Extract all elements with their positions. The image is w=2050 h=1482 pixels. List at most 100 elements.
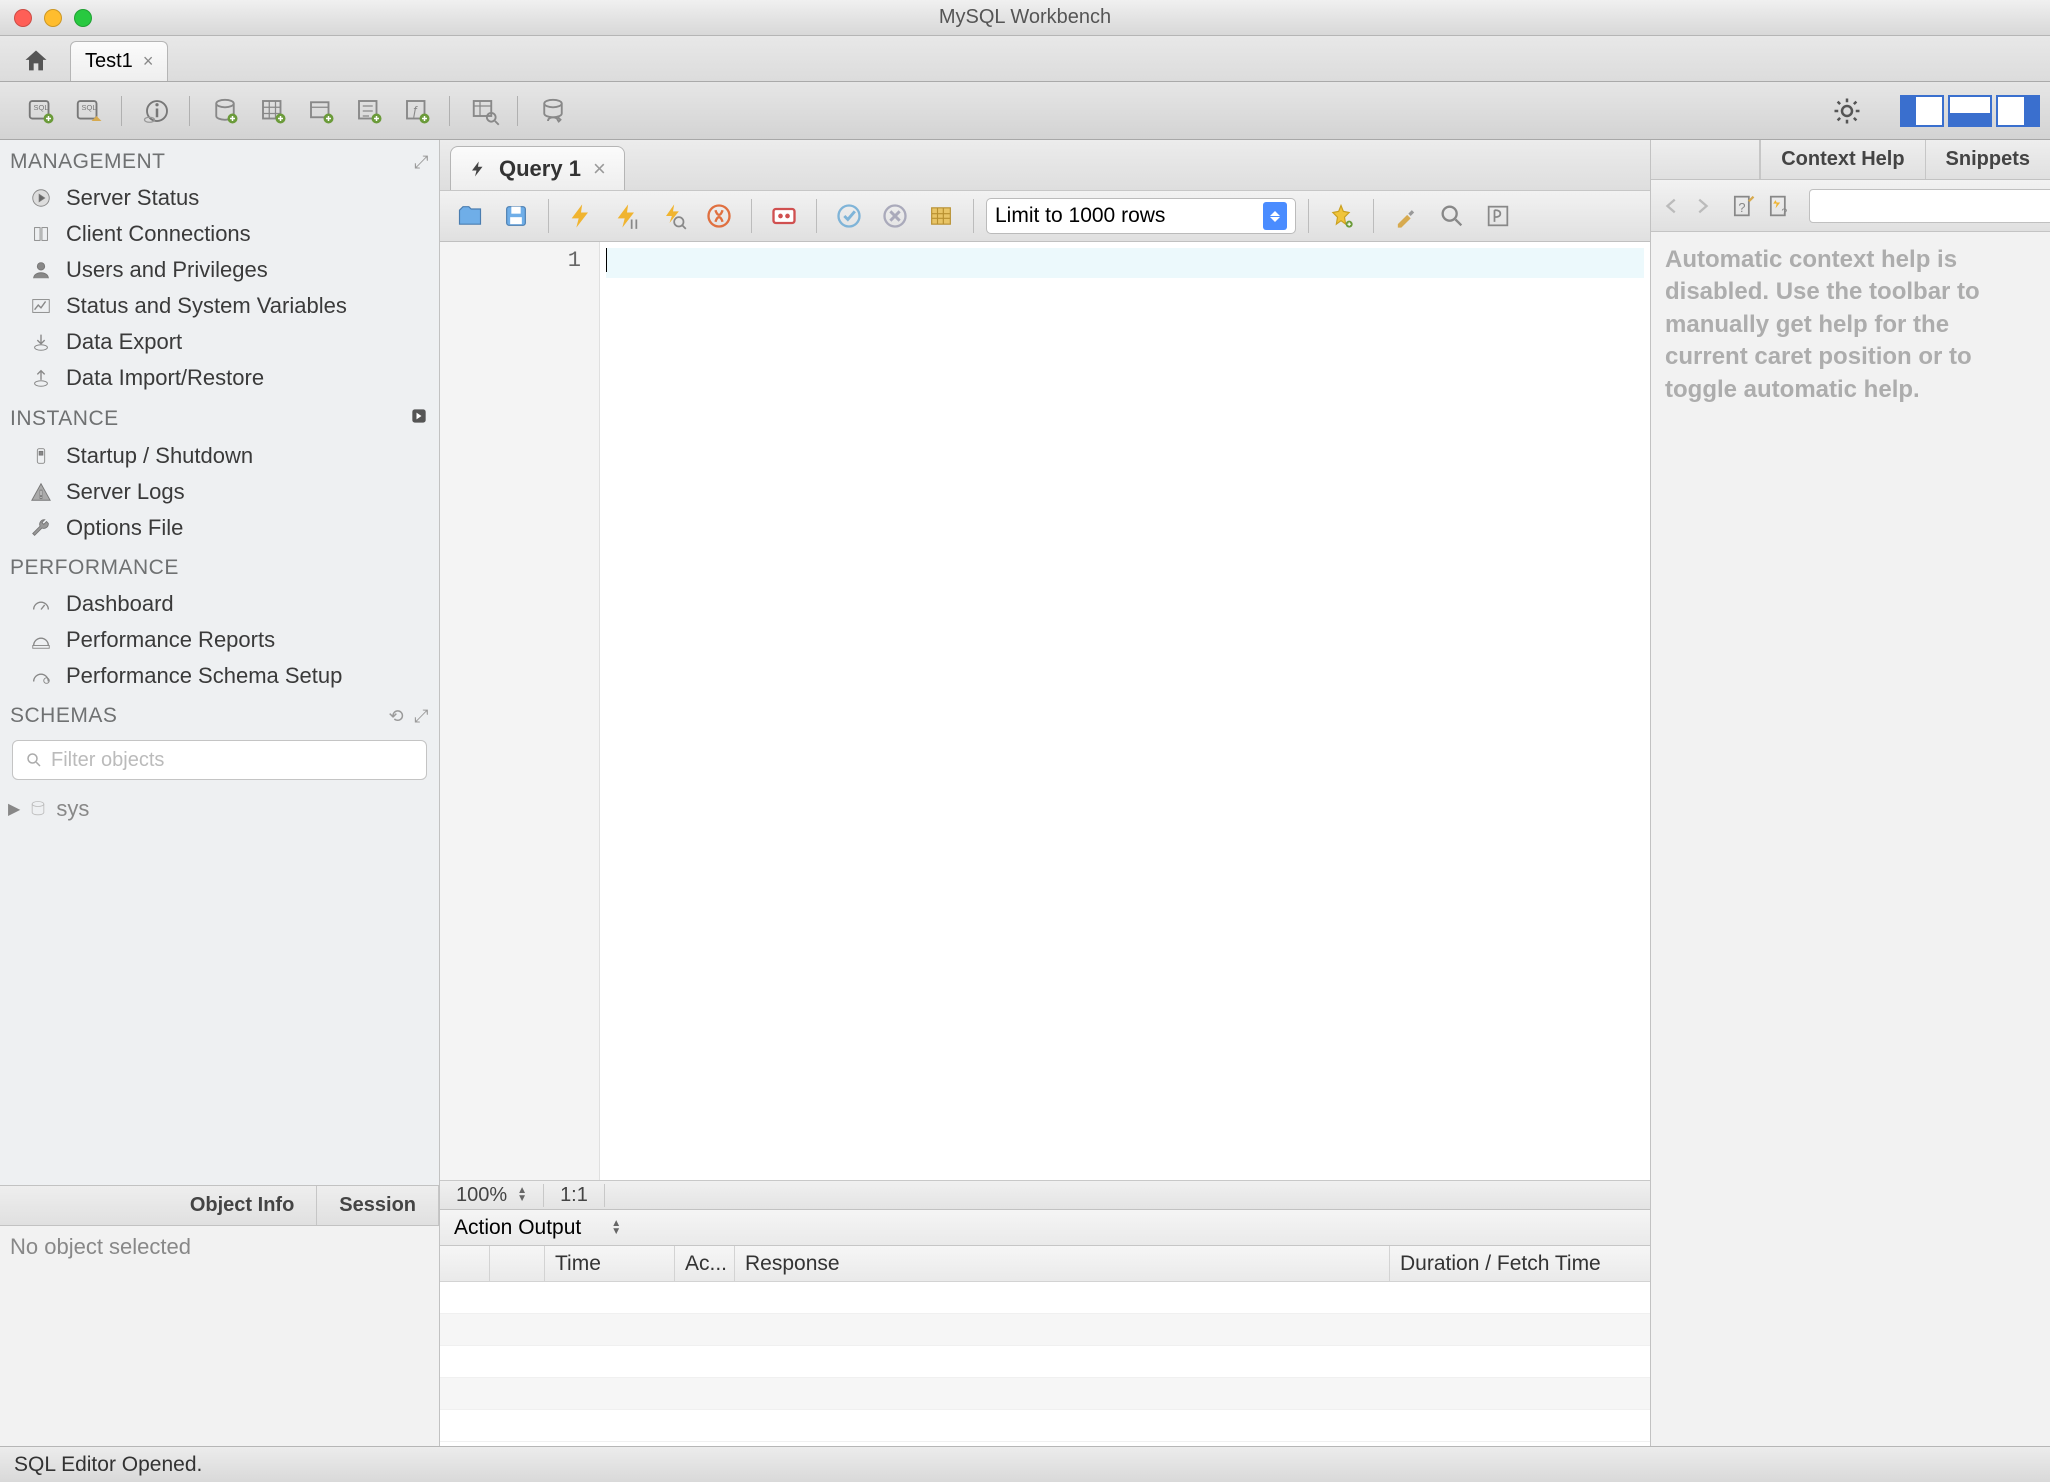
toggle-left-panel-button[interactable]: [1900, 95, 1944, 127]
connections-icon: [28, 221, 54, 247]
main-toolbar: SQL SQL ƒ: [0, 82, 2050, 140]
query-tab-1[interactable]: Query 1 ×: [450, 146, 625, 190]
svg-text:SQL: SQL: [82, 102, 97, 111]
help-back-button[interactable]: [1661, 186, 1683, 226]
close-icon[interactable]: ×: [593, 156, 606, 182]
find-button[interactable]: [1432, 196, 1472, 236]
save-button[interactable]: [496, 196, 536, 236]
wrench-icon: [28, 515, 54, 541]
user-icon: [28, 257, 54, 283]
auto-help-button[interactable]: ?: [1765, 186, 1793, 226]
col-duration[interactable]: Duration / Fetch Time: [1390, 1246, 1650, 1281]
right-tab-spacer: [1651, 140, 1760, 179]
nav-item-startup-shutdown[interactable]: Startup / Shutdown: [0, 438, 439, 474]
nav-item-status-variables[interactable]: Status and System Variables: [0, 288, 439, 324]
connection-tabs: Test1 ×: [0, 36, 2050, 82]
expand-icon[interactable]: ⤢: [414, 706, 429, 727]
chevron-right-icon: ▶: [8, 799, 20, 819]
col-time[interactable]: Time: [545, 1246, 675, 1281]
lower-tab-spacer: [0, 1186, 168, 1225]
stop-button[interactable]: [699, 196, 739, 236]
refresh-icon[interactable]: ⟲: [389, 706, 405, 727]
toggle-right-panel-button[interactable]: [1996, 95, 2040, 127]
rollback-button[interactable]: [875, 196, 915, 236]
chart-icon: [28, 293, 54, 319]
query-toolbar: Limit to 1000 rows: [440, 190, 1650, 242]
editor-status-bar: 100%▲▼ 1:1: [440, 1180, 1650, 1210]
filter-placeholder: Filter objects: [51, 749, 164, 772]
nav-item-server-status[interactable]: Server Status: [0, 180, 439, 216]
nav-item-options-file[interactable]: Options File: [0, 510, 439, 546]
server-info-button[interactable]: [136, 90, 178, 132]
col-action[interactable]: Ac...: [675, 1246, 735, 1281]
toggle-bottom-panel-button[interactable]: [1948, 95, 1992, 127]
management-header: MANAGEMENT ⤢: [0, 140, 439, 180]
play-icon: [28, 185, 54, 211]
add-function-button[interactable]: ƒ: [396, 90, 438, 132]
commit-button[interactable]: [829, 196, 869, 236]
action-output-table: Time Ac... Response Duration / Fetch Tim…: [440, 1246, 1650, 1446]
toggle-whitespace-button[interactable]: [1478, 196, 1518, 236]
home-icon: [22, 47, 50, 75]
col-status[interactable]: [440, 1246, 490, 1281]
setup-icon: [28, 663, 54, 689]
col-seq[interactable]: [490, 1246, 545, 1281]
chevron-updown-icon: ▲▼: [517, 1187, 527, 1203]
help-search-input[interactable]: [1809, 189, 2050, 223]
new-sql-tab-button[interactable]: SQL: [20, 90, 62, 132]
query-tabs: Query 1 ×: [440, 140, 1650, 190]
add-view-button[interactable]: [300, 90, 342, 132]
nav-item-data-export[interactable]: Data Export: [0, 324, 439, 360]
connection-tab-test1[interactable]: Test1 ×: [70, 41, 168, 81]
open-sql-file-button[interactable]: SQL: [68, 90, 110, 132]
home-tab[interactable]: [12, 41, 60, 81]
close-icon[interactable]: ×: [143, 51, 154, 72]
add-table-button[interactable]: [252, 90, 294, 132]
add-procedure-button[interactable]: [348, 90, 390, 132]
expand-icon[interactable]: ⤢: [414, 152, 429, 173]
nav-item-performance-reports[interactable]: Performance Reports: [0, 622, 439, 658]
add-schema-button[interactable]: [204, 90, 246, 132]
tab-session[interactable]: Session: [317, 1186, 439, 1225]
reconnect-button[interactable]: [532, 90, 574, 132]
filter-objects-input[interactable]: Filter objects: [12, 740, 427, 780]
svg-text:?: ?: [1738, 199, 1745, 214]
manual-help-button[interactable]: ?: [1729, 186, 1757, 226]
search-table-data-button[interactable]: [464, 90, 506, 132]
toggle-autocommit-button[interactable]: [764, 196, 804, 236]
execute-current-button[interactable]: [607, 196, 647, 236]
output-selector[interactable]: Action Output ▲▼: [440, 1210, 1650, 1246]
performance-header: PERFORMANCE: [0, 546, 439, 586]
schema-item-sys[interactable]: ▶ sys: [2, 792, 437, 826]
help-forward-button[interactable]: [1691, 186, 1713, 226]
nav-item-data-import[interactable]: Data Import/Restore: [0, 360, 439, 396]
status-bar: SQL Editor Opened.: [0, 1446, 2050, 1482]
svg-text:ƒ: ƒ: [412, 103, 419, 117]
status-text: SQL Editor Opened.: [14, 1453, 202, 1477]
line-gutter: 1: [440, 242, 600, 1180]
nav-item-performance-schema[interactable]: Performance Schema Setup: [0, 658, 439, 694]
tab-context-help[interactable]: Context Help: [1760, 140, 1924, 179]
preferences-button[interactable]: [1826, 90, 1868, 132]
tab-snippets[interactable]: Snippets: [1925, 140, 2050, 179]
zoom-level[interactable]: 100%▲▼: [440, 1184, 544, 1207]
tab-object-info[interactable]: Object Info: [168, 1186, 317, 1225]
chevron-updown-icon: ▲▼: [611, 1220, 621, 1236]
nav-item-server-logs[interactable]: Server Logs: [0, 474, 439, 510]
explain-button[interactable]: [653, 196, 693, 236]
lightning-icon: [469, 160, 487, 178]
beautify-button[interactable]: [1321, 196, 1361, 236]
import-icon: [28, 365, 54, 391]
execute-button[interactable]: [561, 196, 601, 236]
warning-icon: [28, 479, 54, 505]
cursor-position: 1:1: [544, 1184, 605, 1207]
limit-rows-select[interactable]: Limit to 1000 rows: [986, 198, 1296, 234]
toggle-limit-button[interactable]: [921, 196, 961, 236]
nav-item-dashboard[interactable]: Dashboard: [0, 586, 439, 622]
col-response[interactable]: Response: [735, 1246, 1390, 1281]
open-file-button[interactable]: [450, 196, 490, 236]
sql-editor[interactable]: 1: [440, 242, 1650, 1180]
nav-item-users-privileges[interactable]: Users and Privileges: [0, 252, 439, 288]
nav-item-client-connections[interactable]: Client Connections: [0, 216, 439, 252]
brush-button[interactable]: [1386, 196, 1426, 236]
